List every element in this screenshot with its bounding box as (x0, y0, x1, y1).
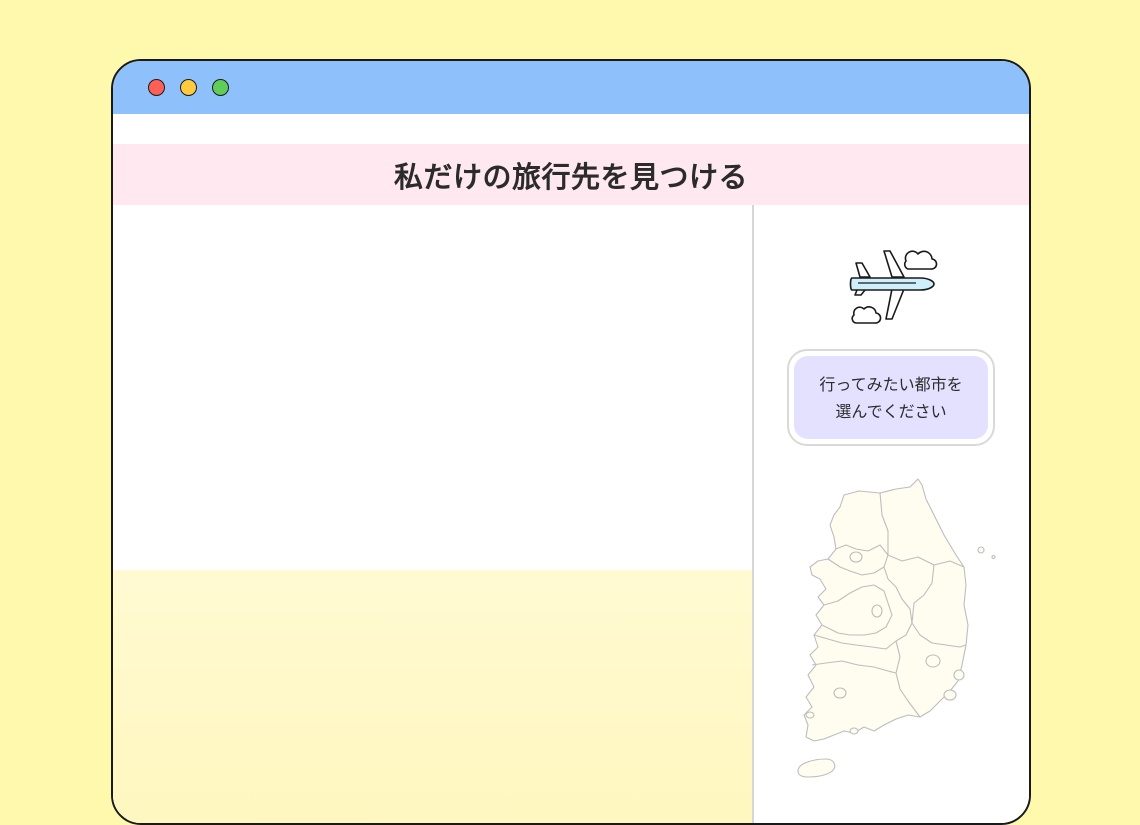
daejeon (871, 604, 883, 618)
south-korea-map[interactable] (784, 475, 999, 785)
ulsan (953, 669, 965, 681)
seoul (849, 551, 863, 563)
small-island-1 (805, 711, 815, 719)
close-button[interactable] (148, 79, 165, 96)
airplane-icon (849, 250, 938, 324)
app-window: 私だけの旅行先を見つける 行ってみたい都市を 選んでください (111, 59, 1031, 825)
page-header: 私だけの旅行先を見つける (113, 144, 1029, 205)
prompt-line-1: 行ってみたい都市を (819, 374, 963, 394)
page-title: 私だけの旅行先を見つける (393, 159, 748, 194)
main-bottom-panel (113, 570, 752, 823)
prompt-line-2: 選んでください (835, 401, 947, 421)
gwangju (833, 687, 847, 699)
city-select-prompt: 行ってみたい都市を 選んでください (787, 349, 995, 446)
title-bar (113, 61, 1029, 114)
mainland-outline (803, 478, 969, 742)
daegu (925, 654, 941, 668)
minimize-button[interactable] (180, 79, 197, 96)
small-island-2 (849, 727, 859, 735)
busan (943, 689, 957, 701)
dokdo (991, 555, 996, 559)
sidebar: 行ってみたい都市を 選んでください (754, 205, 1029, 823)
jeju-island (797, 758, 836, 778)
ulleungdo (977, 546, 985, 554)
maximize-button[interactable] (212, 79, 229, 96)
main-content-area (113, 205, 752, 823)
city-select-prompt-text: 行ってみたい都市を 選んでください (794, 356, 988, 439)
